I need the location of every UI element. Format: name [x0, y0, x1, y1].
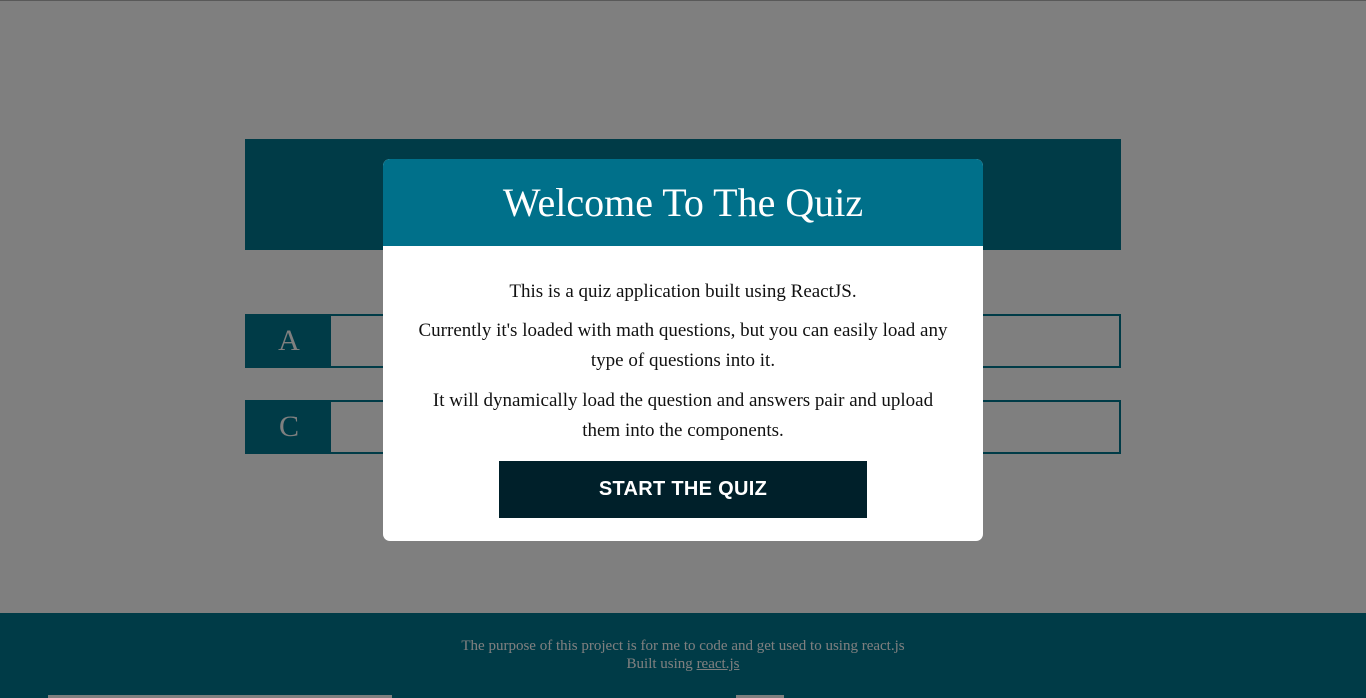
quiz-page: A C The purpose of this project is for m…	[0, 0, 1366, 698]
modal-description-1: This is a quiz application built using R…	[509, 281, 857, 302]
modal-title: Welcome To The Quiz	[502, 180, 864, 225]
modal-description-3: It will dynamically load the question an…	[432, 390, 934, 441]
modal-description-2: Currently it's loaded with math question…	[418, 320, 948, 371]
welcome-modal: Welcome To The Quiz This is a quiz appli…	[383, 159, 983, 541]
start-quiz-button[interactable]: START THE QUIZ	[499, 461, 867, 518]
modal-header: Welcome To The Quiz	[383, 159, 983, 246]
